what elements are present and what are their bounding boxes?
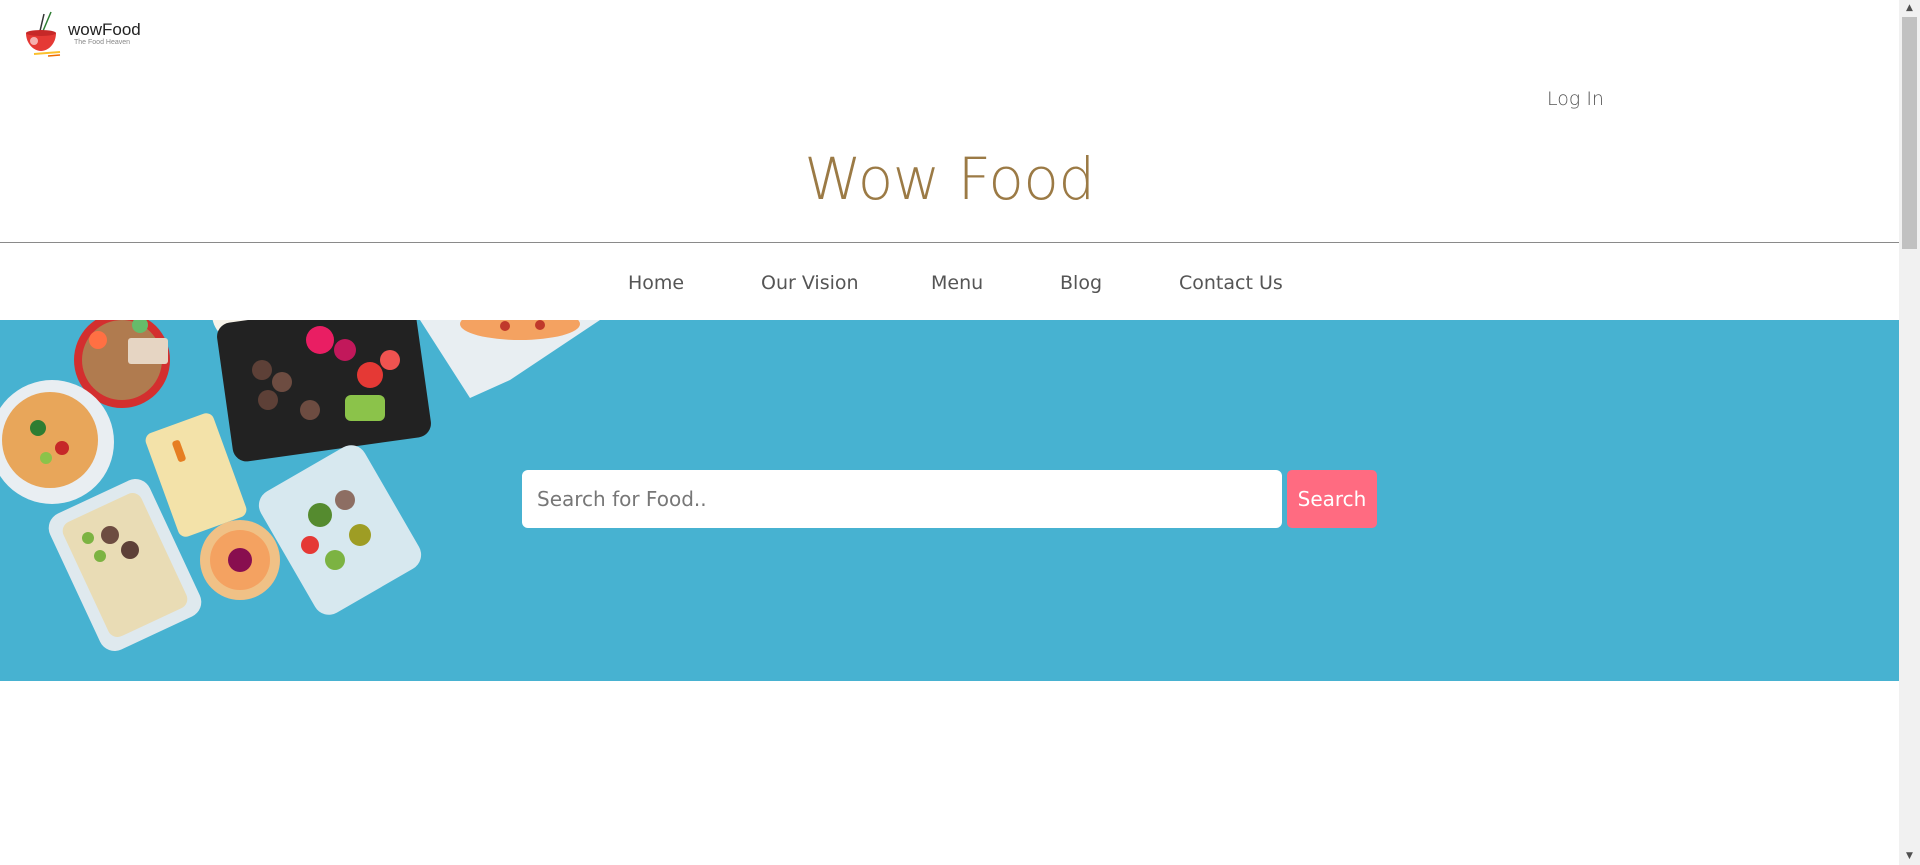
nav-item-menu[interactable]: Menu: [931, 272, 983, 294]
scrollbar-thumb[interactable]: [1902, 17, 1917, 249]
page-scrollbar[interactable]: ▲ ▼: [1899, 0, 1920, 865]
nav-item-our-vision[interactable]: Our Vision: [761, 272, 859, 294]
food-bowl-logo-icon: [26, 11, 61, 57]
nav-item-contact-us[interactable]: Contact Us: [1179, 272, 1283, 294]
login-link[interactable]: Log In: [1547, 88, 1604, 110]
hero-search-section: Search: [0, 320, 1899, 681]
scroll-up-arrow-icon[interactable]: ▲: [1899, 0, 1920, 17]
search-button[interactable]: Search: [1287, 470, 1377, 528]
site-logo[interactable]: wowFood The Food Heaven: [18, 11, 141, 57]
page: wowFood The Food Heaven Log In Wow Food …: [0, 0, 1899, 865]
nav-item-blog[interactable]: Blog: [1060, 272, 1102, 294]
nav-item-home[interactable]: Home: [628, 272, 684, 294]
logo-tagline: The Food Heaven: [74, 39, 131, 46]
header-divider: [0, 242, 1899, 243]
logo-name: wowFood: [68, 20, 141, 39]
scroll-down-arrow-icon[interactable]: ▼: [1899, 848, 1920, 865]
page-title: Wow Food: [804, 145, 1095, 213]
search-input[interactable]: [522, 470, 1282, 528]
